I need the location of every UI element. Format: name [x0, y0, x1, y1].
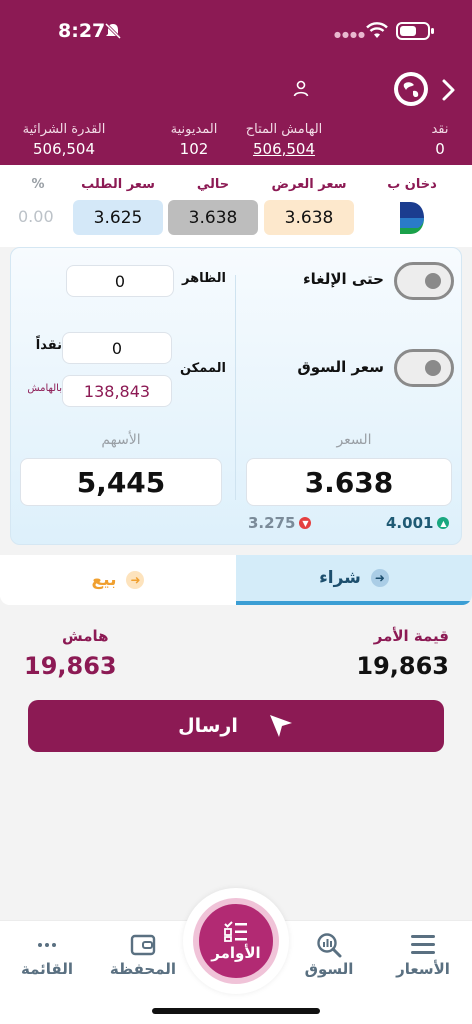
- order-value: 19,863: [356, 652, 449, 680]
- nav-prices[interactable]: الأسعار: [378, 932, 468, 978]
- battery-icon: [396, 22, 434, 40]
- margin-small-label: بالهامش: [27, 383, 62, 394]
- stat-buying-power-value: 506,504: [32, 140, 96, 158]
- nav-orders-label: الأوامر: [211, 944, 261, 962]
- tab-buy[interactable]: شراء ➜: [236, 555, 472, 605]
- stat-cash: نقد 0: [418, 122, 462, 158]
- nav-market-label: السوق: [304, 960, 354, 978]
- stat-debt: المديونية 102: [156, 122, 232, 158]
- lower-limit: 3.275 ▼: [248, 514, 312, 532]
- margin-qty-field[interactable]: 138,843: [62, 375, 172, 407]
- globe-icon[interactable]: [394, 72, 428, 106]
- upper-limit: 4.001 ▲: [386, 514, 450, 532]
- last-label: حالي: [196, 177, 230, 192]
- nav-portfolio-label: المحفظة: [109, 960, 177, 978]
- nav-orders[interactable]: الأوامر: [193, 898, 279, 984]
- company-logo-icon: [400, 202, 424, 234]
- nav-prices-label: الأسعار: [396, 960, 450, 978]
- change-label: %: [31, 177, 45, 192]
- market-price-toggle[interactable]: [394, 349, 454, 387]
- arrow-left-icon: ➜: [126, 571, 145, 589]
- stat-available-margin-value[interactable]: 506,504: [226, 140, 342, 158]
- nav-market[interactable]: السوق: [284, 932, 374, 978]
- cash-label: نقداً: [35, 338, 62, 353]
- send-button-label: ارسال: [178, 715, 238, 737]
- arrow-right-icon: ➜: [370, 569, 389, 587]
- wallet-icon: [130, 934, 156, 956]
- nav-portfolio[interactable]: المحفظة: [98, 932, 188, 978]
- upper-limit-value: 4.001: [386, 514, 434, 532]
- possible-label: الممكن: [179, 361, 226, 376]
- order-value-label: قيمة الأمر: [373, 627, 449, 645]
- shares-input[interactable]: 5,445: [20, 458, 222, 506]
- stat-debt-value: 102: [179, 140, 209, 158]
- gtc-toggle[interactable]: [394, 262, 454, 300]
- stat-debt-label: المديونية: [170, 122, 218, 137]
- panel-divider: [235, 275, 236, 500]
- stat-cash-value: 0: [435, 140, 445, 158]
- ask-label: سعر العرض: [271, 177, 347, 192]
- wifi-icon: [366, 22, 388, 38]
- market-search-icon: [317, 933, 342, 958]
- visible-qty-input[interactable]: 0: [66, 265, 174, 297]
- stat-buying-power: القدرة الشرائية 506,504: [16, 122, 112, 158]
- stat-buying-power-label: القدرة الشرائية: [22, 122, 106, 137]
- tab-sell[interactable]: بيع ➜: [0, 555, 236, 605]
- side-tabs: شراء ➜ بيع ➜: [0, 555, 472, 605]
- gtc-label: حتى الإلغاء: [302, 270, 384, 288]
- status-bar: 8:27 ●●●●: [0, 0, 472, 60]
- menu-lines-icon: [411, 935, 435, 954]
- tab-buy-label: شراء: [319, 568, 361, 588]
- lower-limit-value: 3.275: [248, 514, 296, 532]
- change-value: 0.00: [18, 207, 54, 226]
- chevron-right-icon[interactable]: [438, 78, 458, 102]
- signal-icon: ●●●●: [334, 30, 366, 39]
- ask-price-box[interactable]: 3.638: [264, 200, 354, 235]
- price-input[interactable]: 3.638: [246, 458, 452, 506]
- user-icon[interactable]: [292, 80, 310, 98]
- checklist-icon: [224, 921, 247, 942]
- shares-label: الأسهم: [101, 432, 141, 448]
- arrow-down-icon: ▼: [299, 517, 312, 529]
- price-label: السعر: [336, 432, 372, 448]
- stat-available-margin-label: الهامش المتاح: [245, 122, 323, 137]
- status-time: 8:27: [58, 20, 106, 42]
- bid-label: سعر الطلب: [81, 177, 155, 192]
- stat-available-margin[interactable]: الهامش المتاح 506,504: [226, 122, 342, 158]
- visible-label: الظاهر: [182, 271, 226, 286]
- symbol-label: دخان ب: [387, 177, 437, 192]
- arrow-up-icon: ▲: [437, 517, 450, 529]
- nav-menu-label: القائمة: [21, 960, 73, 978]
- stat-cash-label: نقد: [431, 122, 449, 137]
- more-dots-icon: [38, 943, 56, 947]
- nav-menu[interactable]: القائمة: [2, 932, 92, 978]
- tab-sell-label: بيع: [91, 570, 117, 590]
- margin-value: 19,863: [24, 652, 117, 680]
- send-button[interactable]: ارسال: [28, 700, 444, 752]
- send-icon: [269, 715, 292, 737]
- bell-muted-icon: [104, 22, 122, 40]
- last-price-box: 3.638: [168, 200, 258, 235]
- cash-qty-field[interactable]: 0: [62, 332, 172, 364]
- bid-price-box[interactable]: 3.625: [73, 200, 163, 235]
- margin-label: هامش: [62, 627, 109, 645]
- market-price-label: سعر السوق: [297, 358, 384, 376]
- home-indicator: [152, 1008, 320, 1014]
